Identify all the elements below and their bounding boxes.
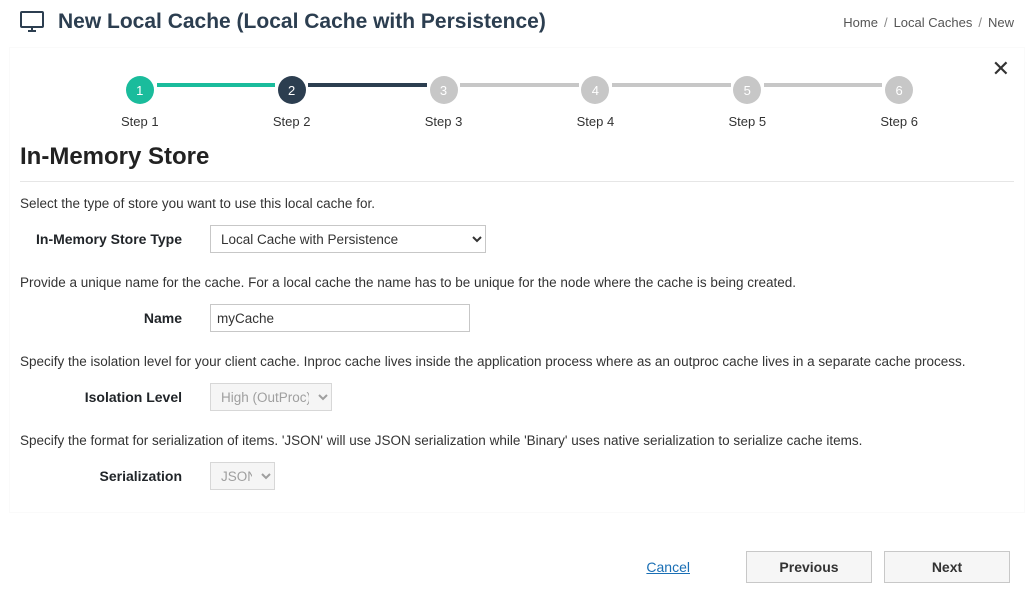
step-connector <box>764 83 882 87</box>
page-title: New Local Cache (Local Cache with Persis… <box>58 10 546 34</box>
serialization-label: Serialization <box>22 468 182 484</box>
breadcrumb-local-caches[interactable]: Local Caches <box>894 15 973 30</box>
breadcrumb-home[interactable]: Home <box>843 15 878 30</box>
step-2-label: Step 2 <box>273 114 311 129</box>
step-1-circle: 1 <box>126 76 154 104</box>
serialization-help: Specify the format for serialization of … <box>16 433 1018 462</box>
section-title: In-Memory Store <box>16 135 1018 181</box>
step-2[interactable]: 2 Step 2 <box>273 76 311 129</box>
store-type-help: Select the type of store you want to use… <box>16 196 1018 225</box>
step-connector <box>157 83 275 87</box>
step-4-label: Step 4 <box>577 114 615 129</box>
step-5[interactable]: 5 Step 5 <box>729 76 767 129</box>
previous-button[interactable]: Previous <box>746 551 872 583</box>
step-4-circle: 4 <box>581 76 609 104</box>
step-connector <box>308 83 426 87</box>
step-5-circle: 5 <box>733 76 761 104</box>
step-connector <box>612 83 730 87</box>
step-connector <box>460 83 578 87</box>
cancel-link[interactable]: Cancel <box>646 559 690 575</box>
isolation-label: Isolation Level <box>22 389 182 405</box>
step-1[interactable]: 1 Step 1 <box>121 76 159 129</box>
divider <box>20 181 1014 182</box>
isolation-help: Specify the isolation level for your cli… <box>16 354 1018 383</box>
wizard-stepper: 1 Step 1 2 Step 2 3 Step 3 4 Step 4 5 St… <box>16 58 1018 135</box>
step-3[interactable]: 3 Step 3 <box>425 76 463 129</box>
name-label: Name <box>22 310 182 326</box>
isolation-select: High (OutProc) <box>210 383 332 411</box>
breadcrumb: Home / Local Caches / New <box>843 15 1014 30</box>
step-6[interactable]: 6 Step 6 <box>880 76 918 129</box>
step-3-circle: 3 <box>430 76 458 104</box>
step-4[interactable]: 4 Step 4 <box>577 76 615 129</box>
next-button[interactable]: Next <box>884 551 1010 583</box>
store-type-label: In-Memory Store Type <box>22 231 182 247</box>
breadcrumb-new: New <box>988 15 1014 30</box>
store-type-select[interactable]: Local Cache with Persistence <box>210 225 486 253</box>
breadcrumb-separator: / <box>884 15 888 30</box>
breadcrumb-separator: / <box>978 15 982 30</box>
step-1-label: Step 1 <box>121 114 159 129</box>
name-help: Provide a unique name for the cache. For… <box>16 275 1018 304</box>
serialization-select: JSON <box>210 462 275 490</box>
step-5-label: Step 5 <box>729 114 767 129</box>
step-2-circle: 2 <box>278 76 306 104</box>
step-6-circle: 6 <box>885 76 913 104</box>
step-6-label: Step 6 <box>880 114 918 129</box>
name-input[interactable] <box>210 304 470 332</box>
monitor-icon <box>20 11 44 33</box>
step-3-label: Step 3 <box>425 114 463 129</box>
